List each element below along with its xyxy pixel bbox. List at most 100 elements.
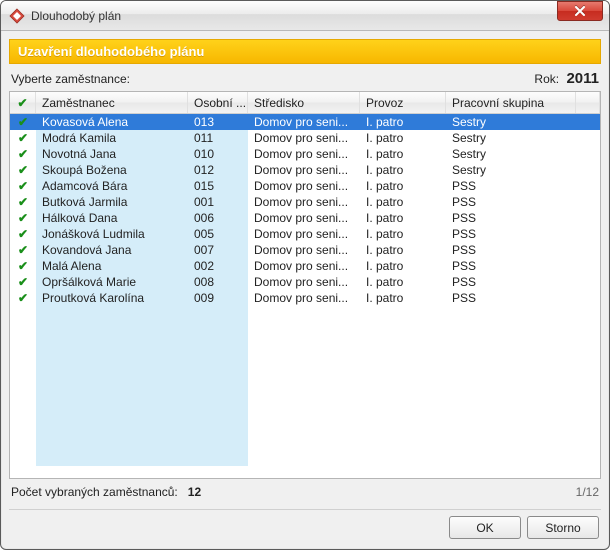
table-row[interactable]: ✔Kovasová Alena013Domov pro seni...I. pa… bbox=[10, 114, 600, 130]
table-row[interactable]: ✔Jonášková Ludmila005Domov pro seni...I.… bbox=[10, 226, 600, 242]
row-check[interactable]: ✔ bbox=[10, 178, 36, 194]
cell-operation: I. patro bbox=[360, 114, 446, 130]
cell-spacer bbox=[576, 146, 600, 162]
table-row-empty bbox=[10, 450, 600, 466]
cell-empty bbox=[576, 450, 600, 466]
cell-empty bbox=[36, 402, 188, 418]
table-row-empty bbox=[10, 370, 600, 386]
col-personal[interactable]: Osobní ... bbox=[188, 92, 248, 113]
row-check[interactable]: ✔ bbox=[10, 114, 36, 130]
client-area: Uzavření dlouhodobého plánu Vyberte zamě… bbox=[1, 31, 609, 549]
cell-center: Domov pro seni... bbox=[248, 258, 360, 274]
cell-empty bbox=[576, 322, 600, 338]
year-label: Rok: bbox=[534, 72, 559, 86]
cell-center: Domov pro seni... bbox=[248, 178, 360, 194]
checkmark-icon: ✔ bbox=[18, 227, 28, 241]
cell-empty bbox=[248, 354, 360, 370]
table-row[interactable]: ✔Modrá Kamila011Domov pro seni...I. patr… bbox=[10, 130, 600, 146]
cell-empty bbox=[10, 322, 36, 338]
cell-empty bbox=[36, 354, 188, 370]
table-row[interactable]: ✔Opršálková Marie008Domov pro seni...I. … bbox=[10, 274, 600, 290]
row-check[interactable]: ✔ bbox=[10, 130, 36, 146]
cell-empty bbox=[446, 338, 576, 354]
pager: 1/12 bbox=[576, 485, 599, 499]
cell-employee: Jonášková Ludmila bbox=[36, 226, 188, 242]
cell-operation: I. patro bbox=[360, 194, 446, 210]
grid-body[interactable]: ✔Kovasová Alena013Domov pro seni...I. pa… bbox=[10, 114, 600, 478]
cell-workgroup: Sestry bbox=[446, 114, 576, 130]
cell-empty bbox=[10, 418, 36, 434]
table-row[interactable]: ✔Adamcová Bára015Domov pro seni...I. pat… bbox=[10, 178, 600, 194]
cell-operation: I. patro bbox=[360, 178, 446, 194]
cell-center: Domov pro seni... bbox=[248, 114, 360, 130]
close-button[interactable] bbox=[557, 1, 603, 21]
row-check[interactable]: ✔ bbox=[10, 274, 36, 290]
table-row[interactable]: ✔Proutková Karolína009Domov pro seni...I… bbox=[10, 290, 600, 306]
cell-empty bbox=[10, 450, 36, 466]
table-row-empty bbox=[10, 386, 600, 402]
year-value: 2011 bbox=[566, 70, 599, 87]
table-row[interactable]: ✔Butková Jarmila001Domov pro seni...I. p… bbox=[10, 194, 600, 210]
cell-workgroup: PSS bbox=[446, 242, 576, 258]
table-row[interactable]: ✔Hálková Dana006Domov pro seni...I. patr… bbox=[10, 210, 600, 226]
cell-employee: Modrá Kamila bbox=[36, 130, 188, 146]
cell-employee: Kovasová Alena bbox=[36, 114, 188, 130]
cell-spacer bbox=[576, 114, 600, 130]
row-check[interactable]: ✔ bbox=[10, 242, 36, 258]
cell-employee: Hálková Dana bbox=[36, 210, 188, 226]
cancel-button[interactable]: Storno bbox=[527, 516, 599, 539]
cell-center: Domov pro seni... bbox=[248, 274, 360, 290]
row-check[interactable]: ✔ bbox=[10, 258, 36, 274]
table-row-empty bbox=[10, 434, 600, 450]
cell-operation: I. patro bbox=[360, 146, 446, 162]
cell-empty bbox=[446, 370, 576, 386]
cell-operation: I. patro bbox=[360, 130, 446, 146]
cell-spacer bbox=[576, 226, 600, 242]
cell-workgroup: PSS bbox=[446, 226, 576, 242]
cell-empty bbox=[576, 402, 600, 418]
checkmark-icon: ✔ bbox=[18, 147, 28, 161]
cell-personal: 012 bbox=[188, 162, 248, 178]
ok-button[interactable]: OK bbox=[449, 516, 521, 539]
cell-empty bbox=[36, 322, 188, 338]
row-check[interactable]: ✔ bbox=[10, 146, 36, 162]
cell-center: Domov pro seni... bbox=[248, 194, 360, 210]
cell-empty bbox=[446, 434, 576, 450]
row-check[interactable]: ✔ bbox=[10, 162, 36, 178]
cell-empty bbox=[36, 434, 188, 450]
table-row-empty bbox=[10, 402, 600, 418]
col-check[interactable]: ✔ bbox=[10, 92, 36, 113]
row-check[interactable]: ✔ bbox=[10, 194, 36, 210]
col-employee[interactable]: Zaměstnanec bbox=[36, 92, 188, 113]
row-check[interactable]: ✔ bbox=[10, 290, 36, 306]
checkmark-icon: ✔ bbox=[18, 275, 28, 289]
cell-empty bbox=[188, 306, 248, 322]
titlebar[interactable]: Dlouhodobý plán bbox=[1, 1, 609, 31]
cell-operation: I. patro bbox=[360, 162, 446, 178]
table-row[interactable]: ✔Malá Alena002Domov pro seni...I. patroP… bbox=[10, 258, 600, 274]
checkmark-icon: ✔ bbox=[18, 179, 28, 193]
cell-center: Domov pro seni... bbox=[248, 146, 360, 162]
cell-personal: 007 bbox=[188, 242, 248, 258]
row-check[interactable]: ✔ bbox=[10, 226, 36, 242]
cell-empty bbox=[188, 386, 248, 402]
cell-empty bbox=[446, 402, 576, 418]
cell-center: Domov pro seni... bbox=[248, 130, 360, 146]
cell-empty bbox=[248, 370, 360, 386]
cell-empty bbox=[446, 450, 576, 466]
col-operation[interactable]: Provoz bbox=[360, 92, 446, 113]
table-row-empty bbox=[10, 354, 600, 370]
row-check[interactable]: ✔ bbox=[10, 210, 36, 226]
col-workgroup[interactable]: Pracovní skupina bbox=[446, 92, 576, 113]
col-center[interactable]: Středisko bbox=[248, 92, 360, 113]
table-row[interactable]: ✔Kovandová Jana007Domov pro seni...I. pa… bbox=[10, 242, 600, 258]
cell-empty bbox=[10, 434, 36, 450]
table-row[interactable]: ✔Novotná Jana010Domov pro seni...I. patr… bbox=[10, 146, 600, 162]
cell-employee: Butková Jarmila bbox=[36, 194, 188, 210]
cell-spacer bbox=[576, 258, 600, 274]
cell-empty bbox=[248, 402, 360, 418]
table-row[interactable]: ✔Skoupá Božena012Domov pro seni...I. pat… bbox=[10, 162, 600, 178]
cell-empty bbox=[188, 338, 248, 354]
button-bar: OK Storno bbox=[9, 516, 601, 541]
cell-personal: 005 bbox=[188, 226, 248, 242]
